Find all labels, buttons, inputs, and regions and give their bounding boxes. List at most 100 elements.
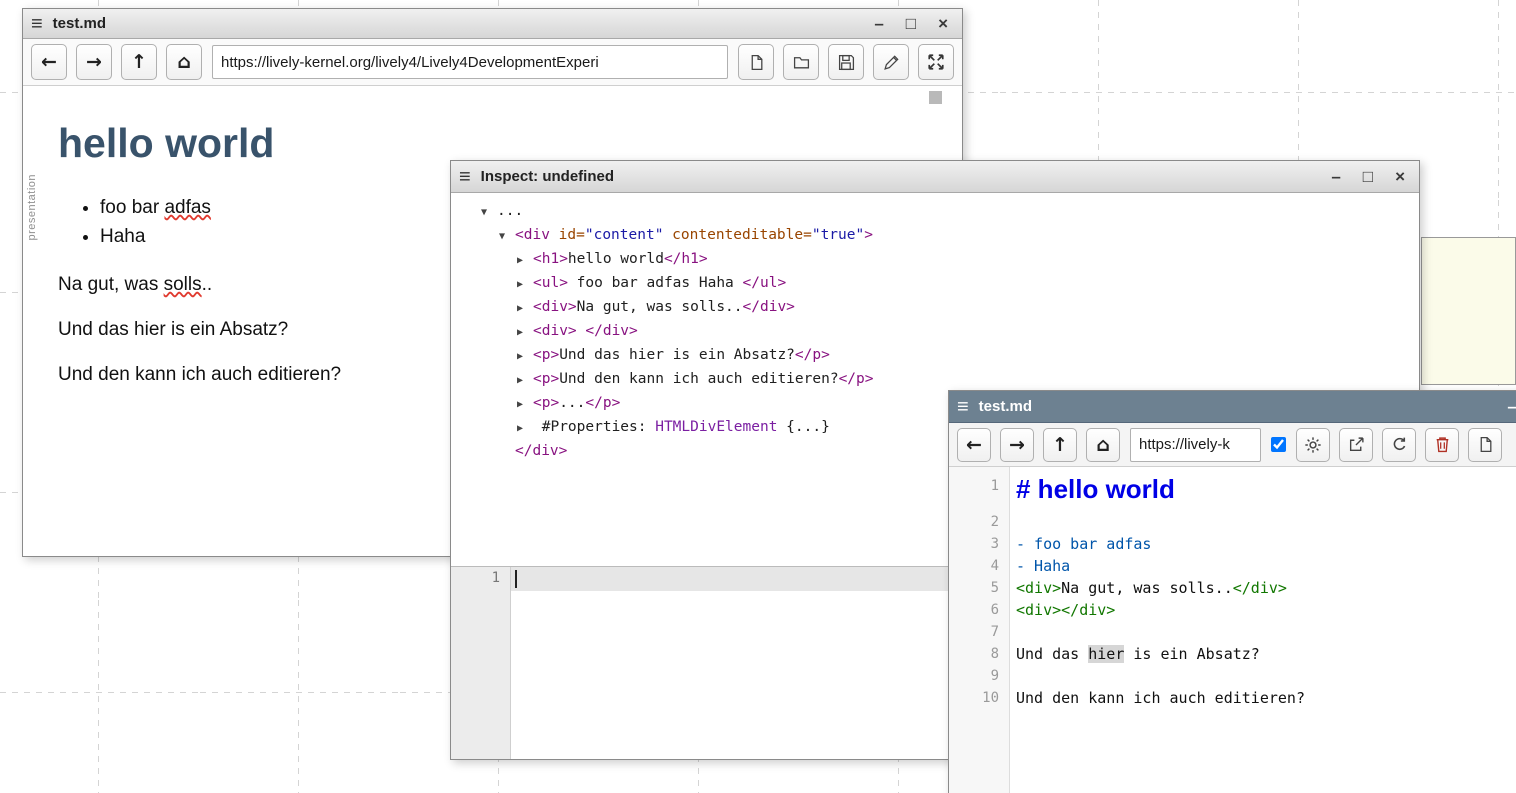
new-file-button[interactable]: [738, 44, 774, 80]
dom-tree-node[interactable]: ▶<ul> foo bar adfas Haha </ul>: [481, 272, 1419, 296]
dom-tree-node[interactable]: ▶<div> </div>: [481, 320, 1419, 344]
editor-line[interactable]: 3- foo bar adfas: [949, 533, 1516, 555]
collapsed-arrow-icon[interactable]: ▶: [517, 346, 533, 368]
line-number: 6: [949, 599, 1009, 621]
maximize-button[interactable]: □: [906, 15, 916, 32]
collapsed-arrow-icon[interactable]: ▶: [517, 250, 533, 272]
code-segment: Und das hier is ein Absatz?: [559, 347, 795, 363]
editor-line[interactable]: 9: [949, 665, 1516, 687]
open-external-icon: [1348, 436, 1365, 453]
editor-line-code: # hello world: [1009, 471, 1516, 511]
minimize-icon: –: [874, 14, 883, 33]
editor-line[interactable]: 6<div></div>: [949, 599, 1516, 621]
code-segment: <div: [515, 227, 559, 243]
editor-line[interactable]: 2: [949, 511, 1516, 533]
auto-update-checkbox[interactable]: [1271, 437, 1286, 452]
editor-line[interactable]: 1# hello world: [949, 471, 1516, 511]
collapsed-arrow-icon[interactable]: ▶: [517, 274, 533, 296]
action-button-group: [738, 44, 954, 80]
home-button[interactable]: ⌂: [1086, 428, 1120, 462]
edit-button[interactable]: [873, 44, 909, 80]
editor-line[interactable]: 4- Haha: [949, 555, 1516, 577]
editor-line-code: <div></div>: [1009, 599, 1516, 621]
collapsed-arrow-icon[interactable]: ▶: [517, 370, 533, 392]
editor-line[interactable]: 7: [949, 621, 1516, 643]
code-segment: </h1>: [664, 251, 708, 267]
new-file-button[interactable]: [1468, 428, 1502, 462]
scrollbar-stub[interactable]: [929, 91, 942, 104]
code-segment: "content": [585, 227, 664, 243]
up-button[interactable]: ↑: [121, 44, 157, 80]
collapsed-arrow-icon[interactable]: ▶: [517, 394, 533, 416]
collapsed-arrow-icon[interactable]: ▶: [517, 298, 533, 320]
titlebar[interactable]: ≡ test.md –□×: [949, 391, 1516, 423]
code-editor[interactable]: 1# hello world23- foo bar adfas4- Haha5<…: [949, 467, 1516, 793]
minimize-button[interactable]: –: [874, 15, 883, 32]
editor-line[interactable]: 5<div>Na gut, was solls..</div>: [949, 577, 1516, 599]
code-segment: Und das: [1016, 645, 1088, 663]
hamburger-icon: ≡: [459, 166, 471, 188]
code-segment: >: [864, 227, 873, 243]
editor-gutter: 1: [451, 567, 511, 759]
window-menu-button[interactable]: ≡: [31, 14, 43, 34]
back-button[interactable]: ←: [31, 44, 67, 80]
text-run: Na gut, was: [58, 274, 164, 295]
expanded-arrow-icon[interactable]: ▼: [481, 202, 497, 224]
hamburger-icon: ≡: [957, 396, 969, 418]
code-segment: Und den kann ich auch editieren?: [559, 371, 838, 387]
close-button[interactable]: ×: [1395, 168, 1405, 185]
code-segment: Na gut, was solls..: [1061, 579, 1233, 597]
settings-button[interactable]: [1296, 428, 1330, 462]
url-input[interactable]: [1130, 428, 1261, 462]
window-menu-button[interactable]: ≡: [957, 397, 969, 417]
open-external-button[interactable]: [1339, 428, 1373, 462]
editor-line[interactable]: 8Und das hier is ein Absatz?: [949, 643, 1516, 665]
url-input[interactable]: [212, 45, 728, 79]
expanded-arrow-icon[interactable]: ▼: [499, 226, 515, 248]
forward-icon: →: [1009, 434, 1025, 456]
nav-button-group: ← → ↑ ⌂: [957, 428, 1120, 462]
fullscreen-button[interactable]: [918, 44, 954, 80]
collapsed-arrow-icon[interactable]: ▶: [517, 418, 533, 440]
collapsed-arrow-icon[interactable]: ▶: [517, 322, 533, 344]
editor-line[interactable]: 10Und den kann ich auch editieren?: [949, 687, 1516, 709]
folder-button[interactable]: [783, 44, 819, 80]
delete-icon: [1434, 436, 1451, 453]
code-segment: #Properties:: [533, 419, 655, 435]
dom-tree-node[interactable]: ▶<p>Und den kann ich auch editieren?</p>: [481, 368, 1419, 392]
maximize-button[interactable]: □: [1363, 168, 1373, 185]
minimize-button[interactable]: –: [1331, 168, 1340, 185]
forward-button[interactable]: →: [76, 44, 112, 80]
code-segment: Na gut, was solls..: [577, 299, 743, 315]
window-menu-button[interactable]: ≡: [459, 167, 471, 187]
dom-tree-node[interactable]: ▼<div id="content" contenteditable="true…: [481, 224, 1419, 248]
titlebar[interactable]: ≡ Inspect: undefined –□×: [451, 161, 1419, 193]
back-button[interactable]: ←: [957, 428, 991, 462]
forward-button[interactable]: →: [1000, 428, 1034, 462]
code-segment: HTMLDivElement: [655, 419, 777, 435]
line-number: 10: [949, 687, 1009, 709]
minimize-icon: –: [1331, 167, 1340, 186]
reload-button[interactable]: [1382, 428, 1416, 462]
save-button[interactable]: [828, 44, 864, 80]
home-button[interactable]: ⌂: [166, 44, 202, 80]
titlebar[interactable]: ≡ test.md –□×: [23, 9, 962, 39]
editor-line-code: [1009, 511, 1516, 533]
minimize-icon: –: [1507, 397, 1516, 416]
close-icon: ×: [938, 14, 948, 33]
maximize-icon: □: [1363, 167, 1373, 186]
up-button[interactable]: ↑: [1043, 428, 1077, 462]
editor-line-code: <div>Na gut, was solls..</div>: [1009, 577, 1516, 599]
close-icon: ×: [1395, 167, 1405, 186]
code-segment: hier: [1088, 645, 1124, 663]
code-segment: </ul>: [743, 275, 787, 291]
minimize-button[interactable]: –: [1507, 398, 1516, 415]
dom-tree-node[interactable]: ▶<h1>hello world</h1>: [481, 248, 1419, 272]
dom-tree-node[interactable]: ▼...: [481, 200, 1419, 224]
delete-button[interactable]: [1425, 428, 1459, 462]
dom-tree-node[interactable]: ▶<div>Na gut, was solls..</div>: [481, 296, 1419, 320]
dom-tree-node[interactable]: ▶<p>Und das hier is ein Absatz?</p>: [481, 344, 1419, 368]
line-number: 1: [451, 570, 510, 586]
close-button[interactable]: ×: [938, 15, 948, 32]
window-controls: –□×: [1507, 398, 1516, 415]
